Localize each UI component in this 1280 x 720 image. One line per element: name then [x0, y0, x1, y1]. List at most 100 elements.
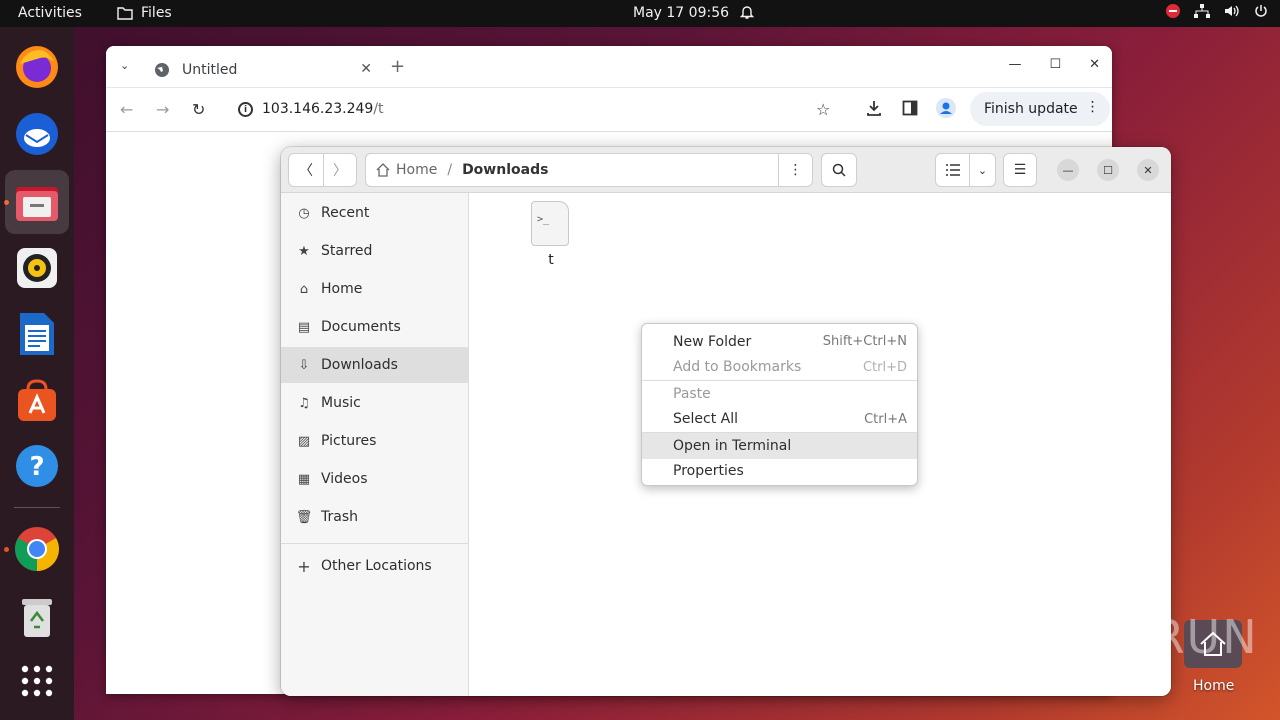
bookmark-star-icon[interactable]: ☆: [816, 100, 830, 119]
maximize-icon[interactable]: ☐: [1097, 159, 1119, 181]
view-list-button[interactable]: [935, 153, 970, 187]
site-info-icon[interactable]: i: [238, 102, 253, 117]
chrome-icon[interactable]: [13, 525, 61, 573]
menu-item-properties[interactable]: Properties: [642, 459, 917, 485]
tab-title: Untitled: [182, 62, 238, 78]
url-host: 103.146.23.249: [262, 101, 374, 117]
music-icon: ♫: [298, 395, 310, 411]
path-menu-icon[interactable]: ⋮: [778, 154, 812, 186]
profile-icon[interactable]: [936, 98, 956, 122]
finish-update-label: Finish update: [984, 101, 1078, 117]
ubuntu-software-icon[interactable]: [13, 376, 61, 424]
sidebar-item-label: Starred: [321, 243, 373, 259]
menu-item-shortcut: Ctrl+A: [864, 411, 907, 427]
path-bar[interactable]: Home / Downloads ⋮: [365, 153, 813, 187]
activities-button[interactable]: Activities: [18, 5, 82, 21]
clock[interactable]: May 17 09:56: [633, 5, 729, 21]
clock-icon: ◷: [298, 205, 310, 221]
file-item[interactable]: >_ t: [531, 201, 571, 268]
libreoffice-writer-icon[interactable]: [13, 310, 61, 358]
sidebar-item-trash[interactable]: 🗑 Trash: [281, 499, 469, 535]
menu-item-new-folder[interactable]: New Folder Shift+Ctrl+N: [642, 329, 917, 355]
menu-item-add-to-bookmarks: Add to Bookmarks Ctrl+D: [642, 355, 917, 381]
sidebar-item-label: Music: [321, 395, 361, 411]
desktop-home-label[interactable]: Home: [1193, 678, 1234, 694]
back-icon[interactable]: ←: [120, 100, 133, 119]
trash-icon: 🗑: [295, 509, 313, 525]
downloads-icon[interactable]: [866, 100, 882, 120]
watermark-logo: ANY RUN: [1036, 610, 1259, 664]
new-tab-button[interactable]: +: [390, 56, 405, 77]
sidebar-item-label: Pictures: [321, 433, 377, 449]
thunderbird-icon[interactable]: [13, 110, 61, 158]
plus-icon: +: [297, 556, 311, 576]
show-apps-icon[interactable]: [13, 657, 61, 705]
sidebar-item-documents[interactable]: ▤ Documents: [281, 309, 469, 345]
chevron-right-icon: 〉: [333, 163, 347, 179]
sidebar-item-recent[interactable]: ◷ Recent: [281, 195, 469, 231]
finish-update-button[interactable]: Finish update ⋮: [970, 92, 1110, 126]
forward-icon[interactable]: →: [156, 100, 169, 119]
globe-icon: [155, 63, 169, 77]
sidebar-item-downloads[interactable]: ⇩ Downloads: [281, 347, 469, 383]
search-button[interactable]: [821, 153, 857, 187]
menu-item-label: New Folder: [673, 333, 752, 350]
chevron-down-icon: ⌄: [977, 163, 988, 177]
menu-item-select-all[interactable]: Select All Ctrl+A: [642, 407, 917, 433]
svg-text:?: ?: [29, 452, 44, 482]
tab-bar: ⌄ Untitled ✕ + — ☐ ✕: [106, 46, 1112, 88]
maximize-icon[interactable]: ☐: [1049, 57, 1061, 72]
firefox-icon[interactable]: [13, 43, 61, 91]
reload-icon[interactable]: ↻: [192, 100, 205, 119]
script-file-icon: >_: [531, 201, 569, 246]
view-options-button[interactable]: ⌄: [969, 153, 996, 187]
dock: ?: [0, 27, 74, 720]
help-icon[interactable]: ?: [13, 442, 61, 490]
dock-separator: [14, 507, 60, 508]
sidebar-separator: [281, 543, 469, 544]
forward-button[interactable]: 〉: [323, 153, 357, 187]
tab-search-icon[interactable]: ⌄: [120, 59, 129, 72]
app-name: Files: [141, 5, 172, 21]
trash-dock-icon[interactable]: [13, 592, 61, 640]
menu-item-label: Paste: [673, 385, 711, 402]
menu-item-shortcut: Ctrl+D: [862, 359, 907, 375]
top-bar: Activities Files May 17 09:56: [0, 0, 1280, 27]
network-icon[interactable]: [1194, 4, 1210, 18]
record-stop-icon[interactable]: [1166, 4, 1180, 18]
sidebar-item-home[interactable]: ⌂ Home: [281, 271, 469, 307]
menu-item-label: Select All: [673, 411, 738, 428]
close-icon[interactable]: ✕: [1137, 159, 1159, 181]
picture-icon: ▨: [297, 433, 311, 449]
sidebar-item-music[interactable]: ♫ Music: [281, 385, 469, 421]
files-icon[interactable]: [5, 170, 69, 234]
volume-icon[interactable]: [1224, 4, 1240, 18]
path-home[interactable]: Home: [396, 162, 437, 178]
menu-item-paste: Paste: [642, 381, 917, 407]
address-bar[interactable]: i 103.146.23.249/t: [228, 92, 850, 126]
sidebar-item-starred[interactable]: ★ Starred: [281, 233, 469, 269]
rhythmbox-icon[interactable]: [13, 244, 61, 292]
menu-item-open-in-terminal[interactable]: Open in Terminal: [642, 433, 917, 459]
minimize-icon[interactable]: —: [1057, 159, 1079, 181]
side-panel-icon[interactable]: [902, 100, 918, 120]
folder-icon: [117, 7, 133, 20]
running-indicator: [4, 547, 9, 552]
app-menu[interactable]: Files: [117, 5, 172, 21]
sidebar-item-videos[interactable]: ▦ Videos: [281, 461, 469, 497]
star-icon: ★: [298, 243, 310, 259]
power-icon[interactable]: [1254, 4, 1268, 18]
minimize-icon[interactable]: —: [1008, 57, 1021, 72]
tab-close-icon[interactable]: ✕: [360, 61, 372, 77]
close-icon[interactable]: ✕: [1089, 57, 1100, 72]
path-current[interactable]: Downloads: [462, 162, 548, 178]
search-icon: [832, 163, 846, 177]
bell-icon[interactable]: [740, 4, 754, 20]
browser-tab[interactable]: Untitled ✕: [146, 52, 380, 88]
menu-item-label: Open in Terminal: [673, 437, 792, 454]
main-menu-button[interactable]: ☰: [1003, 153, 1037, 187]
back-button[interactable]: 〈: [288, 153, 324, 187]
sidebar-item-other-locations[interactable]: + Other Locations: [281, 548, 469, 584]
hamburger-icon: ☰: [1013, 162, 1027, 178]
sidebar-item-pictures[interactable]: ▨ Pictures: [281, 423, 469, 459]
